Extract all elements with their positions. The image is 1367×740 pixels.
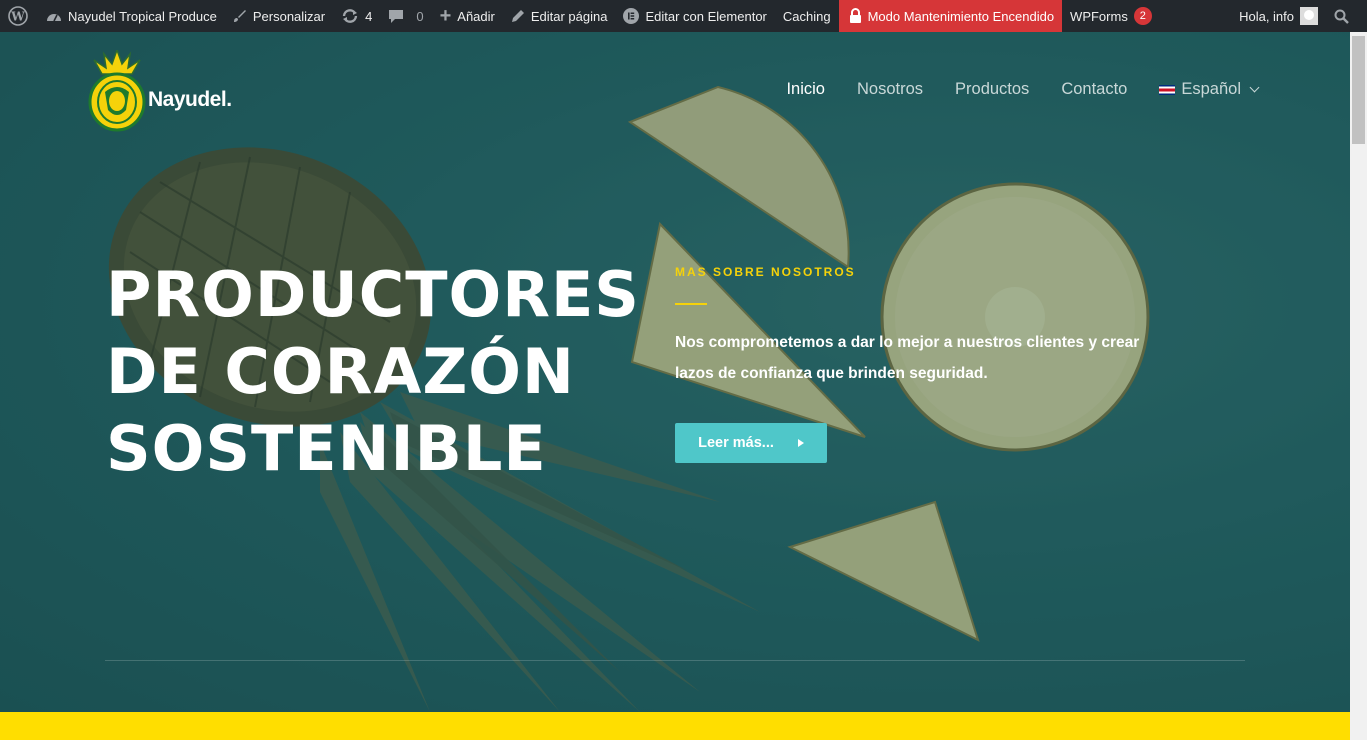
site-logo[interactable]: Nayudel. <box>88 50 232 132</box>
language-label: Español <box>1181 80 1241 98</box>
add-new-label: Añadir <box>457 8 495 24</box>
maintenance-mode-link[interactable]: Modo Mantenimiento Encendido <box>838 0 1063 32</box>
customize-label: Personalizar <box>252 8 326 24</box>
account-menu[interactable]: Hola, info <box>1231 0 1326 32</box>
search-button[interactable] <box>1326 0 1367 32</box>
hero-section: Nayudel. Inicio Nosotros Productos Conta… <box>0 32 1350 712</box>
comment-icon <box>388 9 404 24</box>
customize-link[interactable]: Personalizar <box>225 0 333 32</box>
nav-item-contacto[interactable]: Contacto <box>1061 80 1127 99</box>
bottom-yellow-band <box>0 712 1350 740</box>
search-icon <box>1334 9 1349 24</box>
accent-rule <box>675 303 707 305</box>
about-teaser: MAS SOBRE NOSOTROS Nos comprometemos a d… <box>675 265 1145 463</box>
maintenance-label: Modo Mantenimiento Encendido <box>867 8 1055 24</box>
edit-page-label: Editar página <box>530 8 608 24</box>
headline-line-3: SOSTENIBLE <box>106 412 547 485</box>
language-selector[interactable]: Español <box>1159 80 1260 99</box>
nayudel-logo-icon <box>88 50 146 132</box>
lock-icon <box>849 8 862 24</box>
nav-item-inicio[interactable]: Inicio <box>786 80 825 99</box>
scrollbar-thumb[interactable] <box>1352 36 1365 144</box>
edit-page-link[interactable]: Editar página <box>503 0 616 32</box>
page-scrollbar[interactable] <box>1350 32 1367 740</box>
costa-rica-flag-icon <box>1159 84 1176 95</box>
plus-icon: + <box>439 4 452 27</box>
comments-count: 0 <box>416 8 424 24</box>
wpforms-label: WPForms <box>1070 8 1128 24</box>
site-name-link[interactable]: Nayudel Tropical Produce <box>38 0 225 32</box>
pencil-icon <box>511 9 525 23</box>
wpforms-link[interactable]: WPForms 2 <box>1062 0 1160 32</box>
chevron-down-icon <box>1249 82 1260 93</box>
comments-link[interactable]: 0 <box>380 0 431 32</box>
headline-line-1: PRODUCTORES <box>106 258 640 331</box>
dashboard-icon <box>46 9 62 23</box>
edit-elementor-link[interactable]: Editar con Elementor <box>615 0 774 32</box>
brush-icon <box>233 9 247 23</box>
svg-text:W: W <box>10 10 25 24</box>
wordpress-logo-icon[interactable]: W <box>0 0 38 32</box>
read-more-label: Leer más... <box>698 435 774 451</box>
main-navigation: Inicio Nosotros Productos Contacto Españ… <box>754 80 1260 99</box>
hero-divider <box>105 660 1245 661</box>
site-name: Nayudel Tropical Produce <box>68 8 217 24</box>
caching-label: Caching <box>782 8 831 24</box>
wpforms-badge: 2 <box>1133 7 1152 25</box>
caching-link[interactable]: Caching <box>775 0 839 32</box>
headline-line-2: DE CORAZÓN <box>106 335 575 408</box>
greeting: Hola, info <box>1239 8 1294 24</box>
updates-count: 4 <box>365 8 373 24</box>
elementor-icon <box>623 8 640 24</box>
add-new-link[interactable]: + Añadir <box>432 0 503 32</box>
read-more-button[interactable]: Leer más... <box>675 423 827 463</box>
eyebrow-label: MAS SOBRE NOSOTROS <box>675 265 856 279</box>
updates-icon <box>341 9 359 23</box>
logo-text: Nayudel. <box>148 88 232 111</box>
nav-item-nosotros[interactable]: Nosotros <box>857 80 923 99</box>
nav-item-productos[interactable]: Productos <box>955 80 1029 99</box>
hero-headline: PRODUCTORES DE CORAZÓN SOSTENIBLE <box>106 256 666 487</box>
updates-link[interactable]: 4 <box>333 0 380 32</box>
edit-elementor-label: Editar con Elementor <box>645 8 767 24</box>
avatar <box>1300 7 1318 25</box>
admin-bar: W Nayudel Tropical Produce Personalizar … <box>0 0 1367 32</box>
hero-description: Nos comprometemos a dar lo mejor a nuest… <box>675 334 1140 382</box>
play-arrow-icon <box>797 439 804 447</box>
